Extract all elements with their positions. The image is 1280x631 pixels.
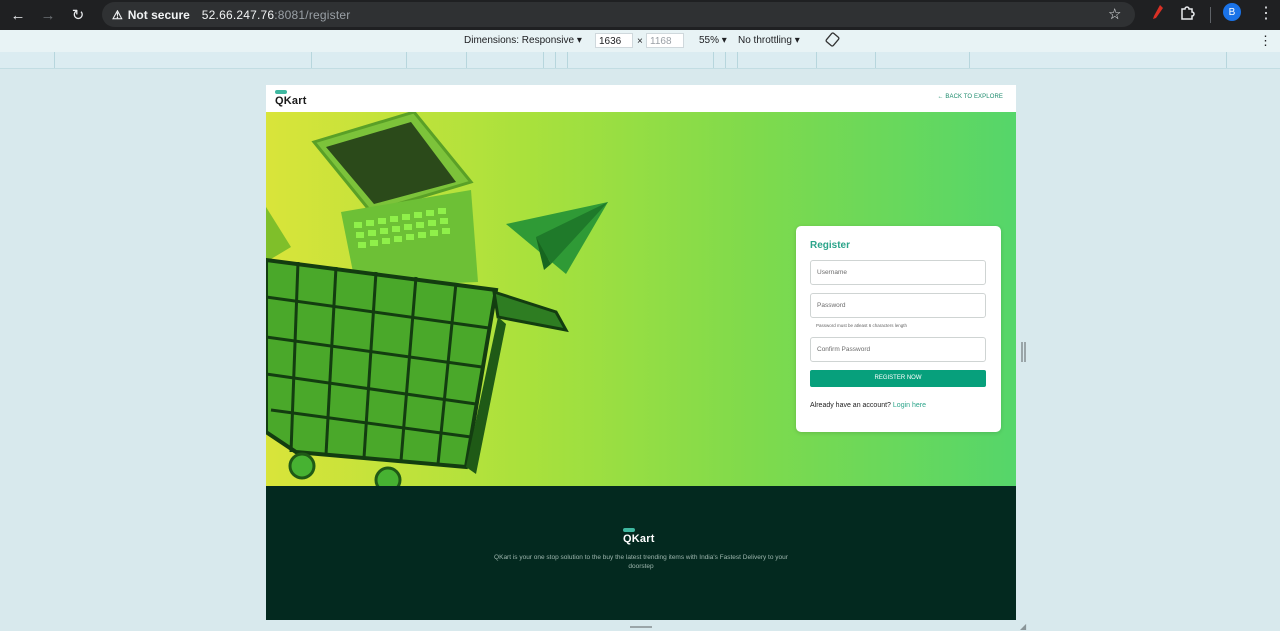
cart-wheel-right: [374, 466, 402, 486]
emulated-viewport: QKart ← BACK TO EXPLORE Register Usernam…: [266, 85, 1016, 620]
profile-avatar[interactable]: B: [1223, 3, 1241, 21]
throttling-dropdown[interactable]: No throttling ▾: [738, 35, 800, 46]
toolbar-divider: [1210, 7, 1211, 23]
dimensions-dropdown[interactable]: Dimensions: Responsive ▾: [464, 35, 582, 46]
back-arrow-icon[interactable]: ←: [6, 3, 30, 27]
security-indicator[interactable]: ⚠ Not secure: [112, 8, 190, 22]
width-input[interactable]: 1636: [595, 33, 633, 48]
side-resize-handle-2[interactable]: [1024, 342, 1026, 362]
password-input[interactable]: Password: [810, 293, 986, 318]
side-resize-handle[interactable]: [1021, 342, 1023, 362]
forward-arrow-icon[interactable]: →: [36, 3, 60, 27]
bottom-resize-handle[interactable]: [630, 626, 652, 628]
illustration-shape: [266, 207, 291, 262]
app-footer: QKart QKart is your one stop solution to…: [266, 486, 1016, 620]
warning-icon: ⚠: [112, 7, 123, 22]
hero-banner: Register Username Password Password must…: [266, 112, 1016, 486]
extensions-puzzle-icon[interactable]: [1180, 5, 1195, 24]
register-card: Register Username Password Password must…: [796, 226, 1001, 432]
qkart-logo[interactable]: QKart: [275, 90, 307, 107]
footer-logo-bar: [623, 528, 635, 532]
zoom-dropdown[interactable]: 55% ▾: [699, 35, 727, 46]
login-prompt: Already have an account? Login here: [810, 402, 926, 409]
footer-logo: QKart: [623, 528, 655, 545]
back-to-explore-link[interactable]: ← BACK TO EXPLORE: [938, 94, 1004, 100]
bookmark-star-icon[interactable]: ☆: [1108, 5, 1121, 23]
reload-icon[interactable]: ↻: [66, 3, 90, 27]
password-helper-text: Password must be atleast 6 characters le…: [816, 323, 908, 328]
extension-pen-icon[interactable]: [1152, 4, 1164, 24]
media-query-ruler[interactable]: [0, 52, 1280, 69]
browser-menu-icon[interactable]: ⋮: [1258, 3, 1274, 23]
username-input[interactable]: Username: [810, 260, 986, 285]
logo-bar: [275, 90, 287, 94]
url-text: 52.66.247.76:8081/register: [201, 7, 351, 22]
device-toolbar-menu-icon[interactable]: ⋮: [1259, 33, 1272, 49]
browser-toolbar: ← → ↻ ⚠ Not secure 52.66.247.76:8081/reg…: [0, 0, 1280, 30]
cart-wheel-left: [288, 452, 316, 480]
height-input[interactable]: 1168: [646, 33, 684, 48]
footer-description: QKart is your one stop solution to the b…: [494, 554, 788, 570]
confirm-password-input[interactable]: Confirm Password: [810, 337, 986, 362]
dimension-times: ×: [637, 36, 643, 47]
device-toolbar: Dimensions: Responsive ▾ 1636 × 1168 55%…: [0, 30, 1280, 52]
register-title: Register: [810, 240, 851, 251]
address-bar[interactable]: ⚠ Not secure 52.66.247.76:8081/register: [102, 2, 1135, 27]
login-here-link[interactable]: Login here: [893, 402, 926, 409]
register-now-button[interactable]: REGISTER NOW: [810, 370, 986, 387]
app-header: QKart ← BACK TO EXPLORE: [266, 85, 1016, 112]
rotate-icon[interactable]: [825, 32, 840, 50]
